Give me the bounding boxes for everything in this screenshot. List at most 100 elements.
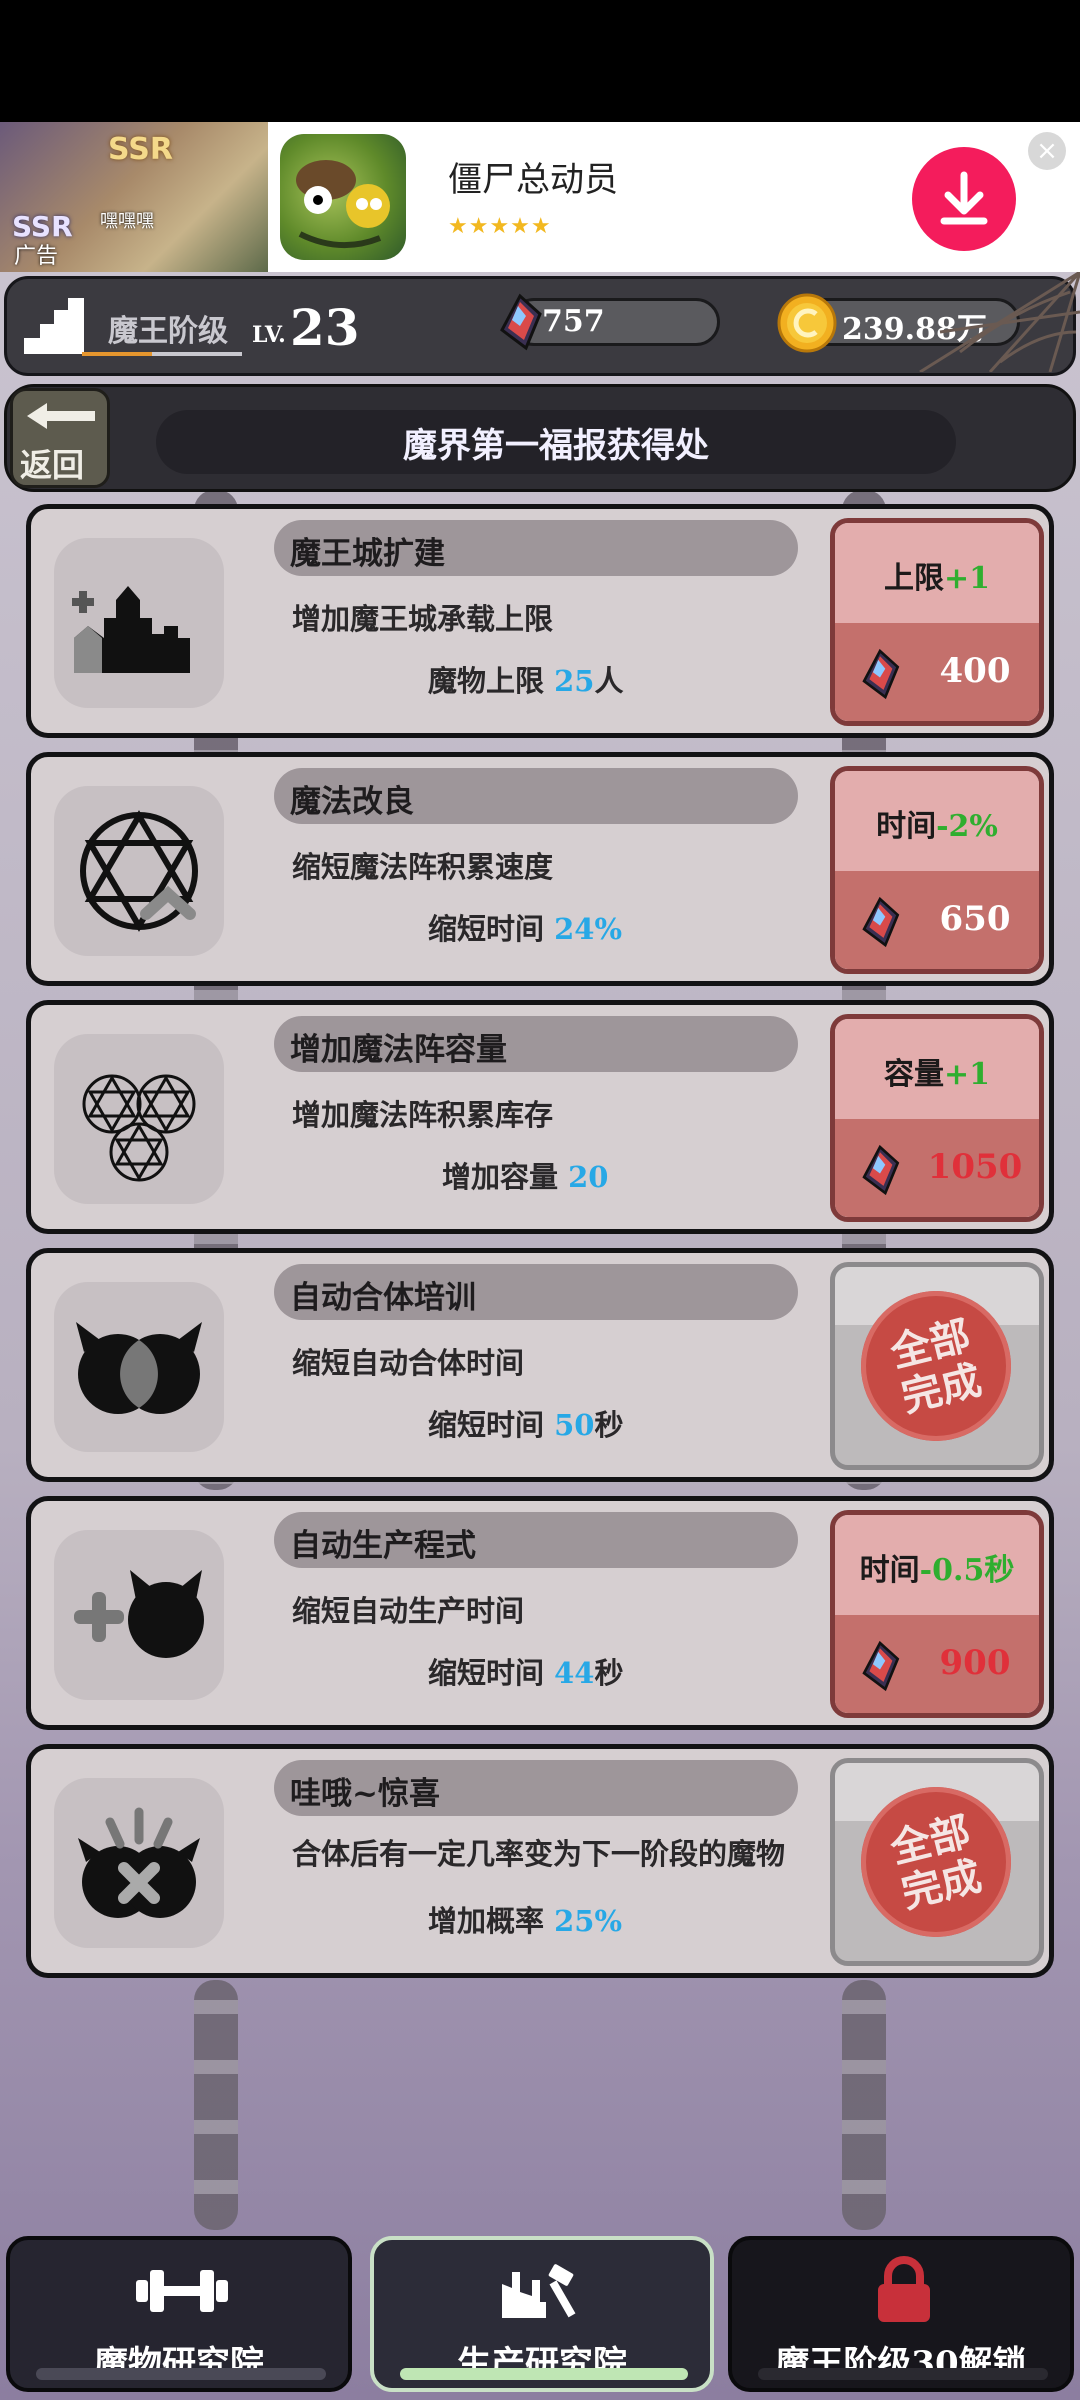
three-hexagrams-icon [54, 1034, 224, 1204]
gem-icon [862, 1144, 900, 1196]
tab-indicator [758, 2368, 1048, 2380]
ad-game-art[interactable]: SSR SSR 嘿嘿嘿 广告 [0, 122, 268, 272]
effect-delta: -0.5秒 [919, 1553, 1015, 1588]
effect-delta: +1 [943, 561, 990, 596]
ad-tag: 广告 [14, 244, 59, 269]
gem-icon [862, 648, 900, 700]
stat-value: 50 [554, 1408, 595, 1442]
card-description: 缩短魔法阵积累速度 [292, 850, 554, 884]
tab-indicator [36, 2368, 326, 2380]
card-description: 缩短自动合体时间 [292, 1346, 525, 1380]
card-title: 自动合体培训 [290, 1280, 476, 1316]
gem-icon [862, 896, 900, 948]
stat-prefix: 增加容量 [442, 1160, 569, 1194]
card-description: 合体后有一定几率变为下一阶段的魔物 [292, 1837, 786, 1871]
complete-stamp: 全部 完成 [861, 1787, 1011, 1937]
card-stat: 增加容量 20 [442, 1154, 608, 1196]
download-button[interactable] [912, 147, 1016, 251]
gem-count: 757 [542, 304, 605, 339]
page-title: 魔界第一福报获得处 [403, 426, 709, 466]
tab-production-research[interactable]: 生产研究院 [370, 2236, 714, 2392]
stat-value: 25% [554, 1904, 623, 1938]
card-stat: 缩短时间 50秒 [428, 1402, 623, 1444]
rank-progress-fill [82, 352, 152, 356]
card-title: 魔法改良 [290, 784, 414, 820]
card-title-bar: 增加魔法阵容量 [274, 1016, 798, 1072]
back-label[interactable]: 返回 [20, 440, 84, 486]
upgrade-effect: 容量+1 [835, 1049, 1039, 1093]
upgrade-button[interactable]: 时间-0.5秒 900 [830, 1510, 1044, 1718]
effect-label: 上限 [883, 561, 944, 596]
upgrade-button[interactable]: 时间-2% 650 [830, 766, 1044, 974]
stat-value: 20 [568, 1160, 609, 1194]
zombie-app-icon[interactable] [280, 134, 406, 260]
card-title: 哇哦~惊喜 [290, 1776, 440, 1812]
complete-stamp: 全部 完成 [861, 1291, 1011, 1441]
stat-prefix: 缩短时间 [428, 1656, 555, 1690]
stamp-text: 全部 完成 [852, 1800, 1020, 1926]
stamp-text: 全部 完成 [852, 1304, 1020, 1430]
stat-prefix: 增加概率 [428, 1904, 555, 1938]
web-decoration [919, 272, 1080, 372]
level-prefix: LV. [252, 322, 286, 348]
effect-label: 容量 [883, 1057, 944, 1092]
card-title-bar: 自动生产程式 [274, 1512, 798, 1568]
status-bar [0, 0, 1080, 122]
card-title: 增加魔法阵容量 [290, 1032, 507, 1068]
upgrade-cost: 900 [939, 1643, 1011, 1683]
stat-value: 44 [554, 1656, 595, 1690]
factory-hammer-icon [502, 2264, 576, 2318]
upgrade-effect: 上限+1 [835, 553, 1039, 597]
rank-label: 魔王阶级 [108, 314, 228, 349]
card-stat: 增加概率 25% [428, 1898, 622, 1940]
completed-button: 全部 完成 [830, 1262, 1044, 1470]
lock-icon [878, 2256, 930, 2322]
upgrade-button[interactable]: 上限+1 400 [830, 518, 1044, 726]
effect-delta: -2% [936, 809, 998, 844]
ad-title[interactable]: 僵尸总动员 [448, 152, 618, 201]
upgrade-cost: 400 [939, 651, 1011, 691]
tab-locked-rank30[interactable]: 魔王阶级30解锁 [728, 2236, 1074, 2392]
gold-coin-icon [777, 293, 837, 353]
ad-caption: 嘿嘿嘿 [100, 211, 154, 232]
download-icon [940, 171, 988, 225]
stat-value: 25 [554, 664, 595, 698]
chain-decoration-right-bottom [842, 1980, 886, 2230]
upgrade-cost: 650 [939, 899, 1011, 939]
stat-value: 24% [554, 912, 623, 946]
gem-icon [500, 293, 542, 351]
ad-close-button[interactable]: × [1028, 132, 1066, 170]
stat-prefix: 魔物上限 [428, 664, 555, 698]
upgrade-button[interactable]: 容量+1 1050 [830, 1014, 1044, 1222]
completed-button: 全部 完成 [830, 1758, 1044, 1966]
card-title-bar: 哇哦~惊喜 [274, 1760, 798, 1816]
tab-monster-research[interactable]: 魔物研究院 [6, 2236, 352, 2392]
surprise-merge-icon [54, 1778, 224, 1948]
stairs-icon [24, 298, 84, 354]
card-title-bar: 魔法改良 [274, 768, 798, 824]
card-stat: 缩短时间 44秒 [428, 1650, 623, 1692]
stat-suffix: 秒 [594, 1656, 624, 1690]
effect-label: 时间 [876, 809, 937, 844]
card-description: 缩短自动生产时间 [292, 1594, 525, 1628]
stat-suffix: 人 [594, 664, 624, 698]
dumbbell-icon [136, 2270, 228, 2312]
ad-banner[interactable]: SSR SSR 嘿嘿嘿 广告 僵尸总动员 ★★★★★ × [0, 122, 1080, 272]
stat-suffix: 秒 [594, 1408, 624, 1442]
ad-ssr-text: SSR [108, 132, 173, 167]
stat-prefix: 缩短时间 [428, 912, 555, 946]
chain-decoration-left-bottom [194, 1980, 238, 2230]
gem-icon [862, 1640, 900, 1692]
card-stat: 缩短时间 24% [428, 906, 622, 948]
card-description: 增加魔王城承载上限 [292, 602, 554, 636]
plus-devil-icon [54, 1530, 224, 1700]
card-stat: 魔物上限 25人 [428, 658, 623, 700]
hexagram-up-icon [54, 786, 224, 956]
back-arrow-icon [27, 403, 95, 429]
upgrade-effect: 时间-2% [835, 801, 1039, 845]
card-title: 魔王城扩建 [290, 536, 445, 572]
effect-label: 时间 [859, 1553, 920, 1588]
effect-delta: +1 [943, 1057, 990, 1092]
merge-devils-icon [54, 1282, 224, 1452]
card-title: 自动生产程式 [290, 1528, 476, 1564]
